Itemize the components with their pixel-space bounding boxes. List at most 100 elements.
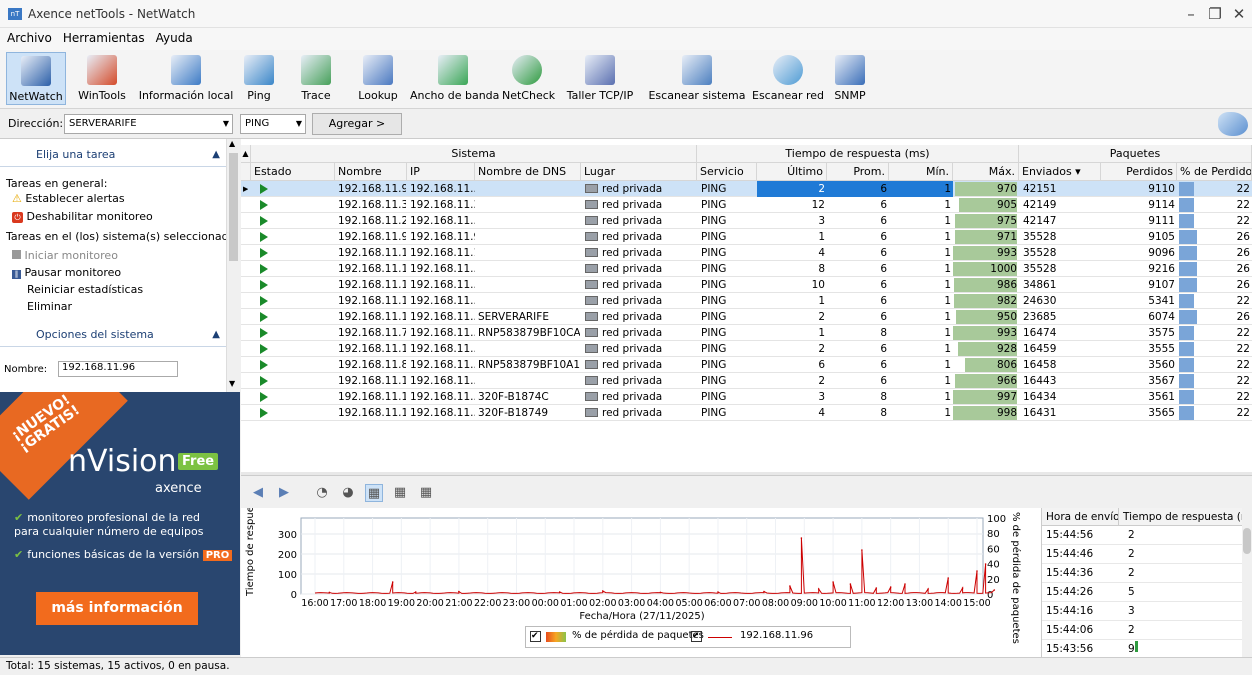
table-row[interactable]: 192.168.11.115 192.168.11... red privada PI… bbox=[241, 277, 1252, 293]
toolbar-escanear-sistema-button[interactable]: Escanear sistema bbox=[648, 52, 746, 105]
toolbar-snmp-button[interactable]: SNMP bbox=[830, 52, 870, 105]
cell-perdidos: 6074 bbox=[1148, 311, 1175, 323]
name-field[interactable]: 192.168.11.96 bbox=[58, 361, 178, 377]
toolbar-netcheck-button[interactable]: NetCheck bbox=[502, 52, 555, 105]
panel-scrollbar[interactable]: ▲ ▼ bbox=[226, 139, 240, 392]
log-scrollbar[interactable] bbox=[1242, 508, 1252, 657]
col-prom-header[interactable]: Prom. bbox=[827, 163, 889, 181]
log-resp: 2 bbox=[1128, 548, 1135, 560]
series-point bbox=[391, 581, 394, 583]
calendar-1-icon[interactable]: ▦ bbox=[365, 484, 383, 502]
col-ultimo-header[interactable]: Último bbox=[757, 163, 827, 181]
chevron-down-icon[interactable]: ▼ bbox=[223, 115, 229, 133]
table-row[interactable]: 192.168.11.145 192.168.11...320F-B1874C re… bbox=[241, 389, 1252, 405]
toolbar-escanear-red-button[interactable]: Escanear red bbox=[752, 52, 824, 105]
toolbar-lookup-button[interactable]: Lookup bbox=[352, 52, 404, 105]
menu-ayuda[interactable]: Ayuda bbox=[149, 28, 197, 45]
log-row[interactable]: 15:44:56 2 bbox=[1042, 526, 1242, 545]
add-button[interactable]: Agregar > bbox=[312, 113, 402, 135]
cell-min: 1 bbox=[944, 311, 951, 323]
table-row[interactable]: 192.168.11.1 192.168.11.1 red privada PING 4… bbox=[241, 245, 1252, 261]
log-row[interactable]: 15:44:46 2 bbox=[1042, 545, 1242, 564]
toolbar-netwatch-button[interactable]: NetWatch bbox=[6, 52, 66, 105]
collapse-icon[interactable]: ▲ bbox=[212, 323, 220, 347]
toolbar-ping-button[interactable]: Ping bbox=[240, 52, 278, 105]
toolbar-ancho-de-banda-button[interactable]: Ancho de banda bbox=[410, 52, 499, 105]
log-row[interactable]: 15:44:36 2 bbox=[1042, 564, 1242, 583]
x-tick-label: 14:00 bbox=[935, 598, 962, 609]
restore-icon[interactable]: ❐ bbox=[1204, 3, 1226, 25]
chevron-down-icon[interactable]: ▼ bbox=[296, 115, 302, 133]
disable-monitor-link[interactable]: ⏻ Deshabilitar monitoreo bbox=[12, 210, 153, 223]
scroll-thumb[interactable] bbox=[229, 153, 238, 261]
table-row[interactable]: 192.168.11.234 192.168.11... red privada PI… bbox=[241, 213, 1252, 229]
system-options-header[interactable]: Opciones del sistema ▲ bbox=[0, 323, 226, 347]
host-checkbox[interactable]: ✔ bbox=[691, 631, 702, 642]
protocol-select[interactable]: PING ▼ bbox=[240, 114, 306, 134]
col-dns-header[interactable]: Nombre de DNS bbox=[475, 163, 581, 181]
toolbar-trace-button[interactable]: Trace bbox=[292, 52, 340, 105]
log-time: 15:44:26 bbox=[1046, 586, 1094, 598]
forward-arrow-icon[interactable]: ▶ bbox=[275, 484, 293, 502]
table-row[interactable]: 192.168.11.74 192.168.11...RNP583879BF10C… bbox=[241, 325, 1252, 341]
pause-monitor-link[interactable]: ‖ Pausar monitoreo bbox=[12, 266, 121, 279]
toolbar-informaci-n-local-button[interactable]: Información local bbox=[138, 52, 234, 105]
table-row[interactable]: 192.168.11.3 192.168.11.3 red privada PING 1… bbox=[241, 197, 1252, 213]
toolbar-wintools-button[interactable]: WinTools bbox=[72, 52, 132, 105]
menu-archivo[interactable]: Archivo bbox=[0, 28, 56, 45]
log-row[interactable]: 15:44:06 2 bbox=[1042, 621, 1242, 640]
col-max-header[interactable]: Máx. bbox=[953, 163, 1019, 181]
table-row[interactable]: ▶ 192.168.11.96 192.168.11... red privada PI… bbox=[241, 181, 1252, 197]
calendar-7-icon[interactable]: ▦ bbox=[391, 484, 409, 502]
calendar-31-icon[interactable]: ▦ bbox=[417, 484, 435, 502]
table-row[interactable]: 192.168.11.112 192.168.11... red privada PI… bbox=[241, 373, 1252, 389]
table-row[interactable]: 192.168.11.130 192.168.11...SERVERARIFE re… bbox=[241, 309, 1252, 325]
col-resp-header[interactable]: Tiempo de respuesta (m bbox=[1118, 508, 1242, 526]
log-row[interactable]: 15:44:16 3 bbox=[1042, 602, 1242, 621]
col-nombre-header[interactable]: Nombre bbox=[335, 163, 407, 181]
back-arrow-icon[interactable]: ◀ bbox=[249, 484, 267, 502]
cell-servicio: PING bbox=[701, 311, 727, 323]
task-panel: Elija una tarea ▲ Tareas en general: ⚠ Es… bbox=[0, 139, 240, 655]
table-row[interactable]: 192.168.11.9 192.168.11.9 red privada PING 1… bbox=[241, 229, 1252, 245]
close-icon[interactable]: ✕ bbox=[1228, 3, 1250, 25]
table-row[interactable]: 192.168.11.86 192.168.11...RNP583879BF10A… bbox=[241, 357, 1252, 373]
nvision-ad[interactable]: ¡NUEVO! ¡GRATIS! nVision Free axence ✔ mo… bbox=[0, 392, 240, 655]
toolbar-taller-tcp-ip-button[interactable]: Taller TCP/IP bbox=[558, 52, 642, 105]
col-enviados-header[interactable]: Enviados ▾ bbox=[1019, 163, 1101, 181]
col-perdidos-header[interactable]: Perdidos bbox=[1101, 163, 1177, 181]
cell-lugar: red privada bbox=[585, 373, 695, 389]
loss-checkbox[interactable]: ✔ bbox=[530, 631, 541, 642]
minimize-icon[interactable]: – bbox=[1180, 3, 1202, 25]
collapse-icon[interactable]: ▲ bbox=[212, 143, 220, 167]
reset-stats-link[interactable]: Reiniciar estadísticas bbox=[27, 283, 143, 296]
col-estado-header[interactable]: Estado bbox=[251, 163, 335, 181]
log-row[interactable]: 15:44:26 5 bbox=[1042, 583, 1242, 602]
loss-legend-label: % de pérdida de paquetes bbox=[572, 630, 704, 641]
table-row[interactable]: 192.168.11.181 192.168.11... red privada PI… bbox=[241, 261, 1252, 277]
x-tick-label: 05:00 bbox=[675, 598, 702, 609]
delete-link[interactable]: Eliminar bbox=[27, 300, 72, 313]
col-pct-header[interactable]: % de Perdidos bbox=[1177, 163, 1252, 181]
more-info-button[interactable]: más información bbox=[36, 592, 198, 625]
cell-min: 1 bbox=[944, 407, 951, 419]
table-row[interactable]: 192.168.11.158 192.168.11...320F-B18749 re… bbox=[241, 405, 1252, 421]
scroll-down-icon[interactable]: ▼ bbox=[229, 379, 235, 388]
start-monitor-link[interactable]: Iniciar monitoreo bbox=[12, 249, 118, 262]
col-servicio-header[interactable]: Servicio bbox=[697, 163, 757, 181]
col-min-header[interactable]: Mín. bbox=[889, 163, 953, 181]
set-alerts-link[interactable]: ⚠ Establecer alertas bbox=[12, 192, 125, 205]
col-lugar-header[interactable]: Lugar bbox=[581, 163, 697, 181]
menu-herramientas[interactable]: Herramientas bbox=[56, 28, 149, 45]
address-input[interactable]: SERVERARIFE ▼ bbox=[64, 114, 233, 134]
table-row[interactable]: 192.168.11.163 192.168.11... red privada PI… bbox=[241, 293, 1252, 309]
scroll-up-icon[interactable]: ▲ bbox=[229, 139, 235, 148]
task-header[interactable]: Elija una tarea ▲ bbox=[0, 143, 226, 167]
table-row[interactable]: 192.168.11.138 192.168.11... red privada PI… bbox=[241, 341, 1252, 357]
cell-lugar: red privada bbox=[585, 213, 695, 229]
col-ip-header[interactable]: IP bbox=[407, 163, 475, 181]
scroll-thumb[interactable] bbox=[1243, 528, 1251, 554]
col-time-header[interactable]: Hora de envío bbox=[1042, 508, 1118, 526]
clock-15-icon[interactable]: ◕ bbox=[339, 484, 357, 502]
clock-60-icon[interactable]: ◔ bbox=[313, 484, 331, 502]
